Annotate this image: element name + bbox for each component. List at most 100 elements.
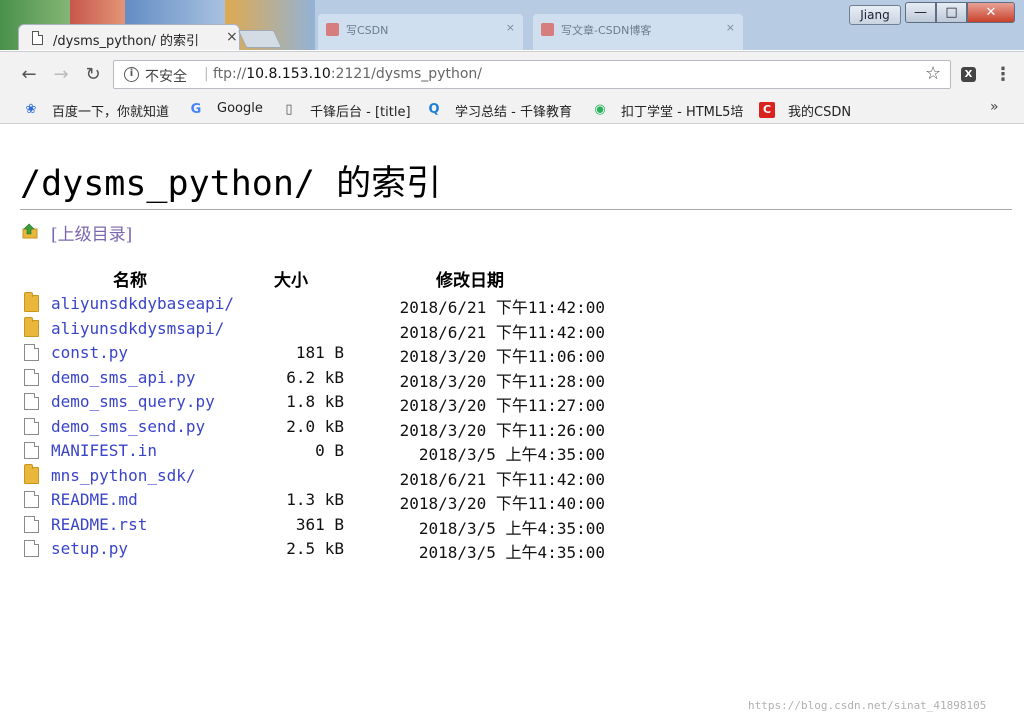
bookmarks-overflow-button[interactable]: » [990,99,999,115]
file-name-link[interactable]: mns_python_sdk/ [51,466,196,485]
file-name-link[interactable]: README.rst [51,515,147,534]
divider [20,209,1012,210]
q-icon: Q [428,102,440,117]
file-modified-date: 2018/6/21 下午11:42:00 [399,469,605,489]
file-size: 1.8 kB [286,392,344,411]
google-icon: G [190,102,202,117]
extension-icon[interactable]: X [961,67,976,82]
star-icon[interactable]: ☆ [925,63,941,84]
url-text[interactable]: ftp://10.8.153.10:2121/dysms_python/ [213,66,482,82]
file-row: README.md 1.3 kB 2018/3/20 下午11:40:00 [0,488,640,513]
tab-title: /dysms_python/ 的索引 [53,34,200,49]
file-icon [24,442,39,459]
url-scheme: ftp:// [213,66,247,82]
file-size: 181 B [295,343,344,362]
menu-icon[interactable]: ⋮ [994,64,1012,85]
background-tab-label: 写CSDN [346,24,389,37]
file-icon [24,417,39,435]
page-icon: ▯ [285,102,293,117]
reload-button[interactable]: ↻ [82,64,104,86]
bookmark-item[interactable]: C 我的CSDN [759,100,859,120]
file-size: 2.5 kB [286,539,344,558]
file-row: demo_sms_query.py 1.8 kB 2018/3/20 下午11:27… [0,390,640,415]
close-tab-icon[interactable]: × [226,29,238,45]
file-row: const.py 181 B 2018/3/20 下午11:06:00 [0,341,640,366]
csdn-icon [326,23,339,36]
folder-icon [24,292,39,312]
file-name-link[interactable]: demo_sms_query.py [51,392,215,411]
close-icon[interactable]: × [506,21,515,34]
file-row: setup.py 2.5 kB 2018/3/5 上午4:35:00 [0,537,640,562]
bookmark-label: 千锋后台 - [title] [310,105,411,120]
file-name-link[interactable]: const.py [51,343,128,362]
maximize-button[interactable]: □ [936,2,967,23]
close-window-button[interactable]: ✕ [967,2,1015,23]
column-header-name[interactable]: 名称 [113,266,147,291]
file-row: aliyunsdkdybaseapi/2018/6/21 下午11:42:00 [0,292,640,317]
profile-button[interactable]: Jiang [849,5,901,25]
url-host: 10.8.153.10 [246,66,331,82]
bookmark-label: 百度一下，你就知道 [52,105,170,120]
file-name-link[interactable]: README.md [51,490,138,509]
file-icon [24,491,39,508]
forward-button[interactable]: → [50,64,72,86]
security-label[interactable]: 不安全 [145,66,187,86]
parent-directory-link[interactable]: [上级目录] [51,220,132,245]
file-modified-date: 2018/3/5 上午4:35:00 [418,543,605,562]
file-modified-date: 2018/3/20 下午11:26:00 [399,420,605,440]
paw-icon: ❀ [25,102,37,117]
file-modified-date: 2018/6/21 下午11:42:00 [399,298,605,317]
background-tab[interactable]: 写文章-CSDN博客 × [533,14,743,50]
file-size: 0 B [315,441,344,460]
background-tab[interactable]: 写CSDN × [318,14,523,50]
file-row: README.rst 361 B 2018/3/5 上午4:35:00 [0,513,640,538]
file-modified-date: 2018/3/5 上午4:35:00 [418,518,605,538]
navigation-toolbar: ← → ↻ i 不安全 | ftp://10.8.153.10:2121/dys… [0,51,1024,97]
file-size: 2.0 kB [286,416,344,436]
bookmark-item[interactable]: ▯ 千锋后台 - [title] [281,100,417,120]
file-size: 361 B [295,514,344,534]
file-row: MANIFEST.in 0 B 2018/3/5 上午4:35:00 [0,439,640,464]
address-bar[interactable]: i 不安全 | ftp://10.8.153.10:2121/dysms_pyt… [113,60,951,89]
bookmark-label: 我的CSDN [788,105,852,120]
minimize-button[interactable]: — [905,2,936,23]
csdn-icon [541,23,554,36]
file-name-link[interactable]: aliyunsdkdybaseapi/ [51,294,234,313]
file-modified-date: 2018/6/21 下午11:42:00 [399,322,605,342]
file-icon [24,344,39,361]
file-icon [24,368,39,386]
file-row: aliyunsdkdysmsapi/2018/6/21 下午11:42:00 [0,316,640,342]
file-icon [24,515,39,533]
bookmark-item[interactable]: G Google [188,100,273,120]
url-separator: | [204,66,209,82]
bookmark-item[interactable]: Q 学习总结 - 千锋教育 [426,100,578,120]
file-name-link[interactable]: demo_sms_api.py [51,368,196,387]
file-modified-date: 2018/3/20 下午11:28:00 [399,371,605,391]
file-name-link[interactable]: aliyunsdkdysmsapi/ [51,319,224,338]
bookmark-label: 扣丁学堂 - HTML5培 [621,105,744,120]
circle-icon: ◉ [594,102,606,117]
file-row: demo_sms_send.py 2.0 kB 2018/3/20 下午11:26:… [0,415,640,440]
page-title: /dysms_python/ 的索引 [20,164,442,204]
file-row: demo_sms_api.py 6.2 kB 2018/3/20 下午11:28:0… [0,366,640,391]
back-button[interactable]: ← [18,64,40,86]
column-header-size[interactable]: 大小 [274,266,308,291]
active-tab[interactable]: /dysms_python/ 的索引 × [18,24,240,50]
page-content: /dysms_python/ 的索引 [上级目录] 名称 大小 修改日期 ali… [0,124,1024,722]
bookmark-item[interactable]: ◉ 扣丁学堂 - HTML5培 [592,100,745,120]
file-name-link[interactable]: MANIFEST.in [51,441,157,460]
file-modified-date: 2018/3/20 下午11:27:00 [399,396,605,415]
file-name-link[interactable]: demo_sms_send.py [51,417,205,436]
file-size: 1.3 kB [286,490,344,509]
close-icon[interactable]: × [726,21,735,34]
browser-chrome: 写CSDN × 写文章-CSDN博客 × /dysms_python/ 的索引 … [0,0,1024,124]
bookmark-item[interactable]: ❀ 百度一下，你就知道 [23,100,178,120]
file-icon [24,393,39,410]
column-header-date[interactable]: 修改日期 [436,266,504,291]
up-arrow-folder-icon[interactable] [22,223,38,239]
file-row: mns_python_sdk/2018/6/21 下午11:42:00 [0,463,640,489]
file-name-link[interactable]: setup.py [51,539,128,558]
file-modified-date: 2018/3/5 上午4:35:00 [418,445,605,464]
info-icon[interactable]: i [124,67,139,82]
file-modified-date: 2018/3/20 下午11:06:00 [399,347,605,366]
